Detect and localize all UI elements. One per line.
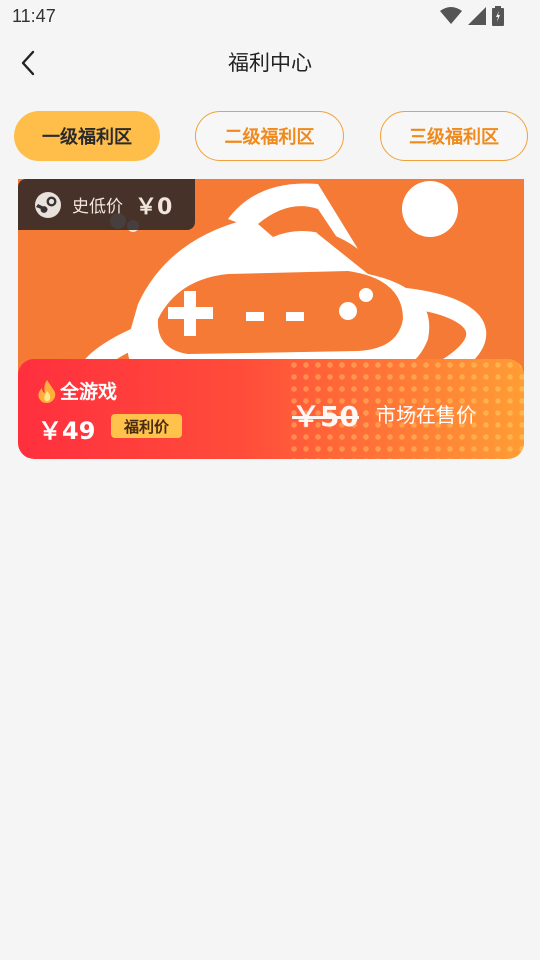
historical-low-price: ￥0 bbox=[135, 194, 173, 220]
header: 福利中心 bbox=[0, 34, 540, 92]
price-panel: 全游戏 ￥49 福利价 ￥50 市场在售价 bbox=[18, 359, 524, 459]
status-bar: 11:47 bbox=[0, 0, 540, 34]
status-icons bbox=[440, 6, 504, 26]
game-label: 全游戏 bbox=[36, 377, 117, 404]
wifi-icon bbox=[440, 7, 462, 24]
battery-icon bbox=[492, 6, 504, 26]
fire-icon bbox=[38, 379, 56, 403]
welfare-tabs: 一级福利区 二级福利区 三级福利区 bbox=[0, 92, 540, 178]
game-label-text: 全游戏 bbox=[60, 381, 118, 403]
historical-low-badge: 史低价 ￥0 bbox=[18, 179, 195, 230]
status-time: 11:47 bbox=[12, 6, 56, 26]
welfare-price-tag: 福利价 bbox=[111, 414, 182, 438]
page-title: 福利中心 bbox=[228, 51, 312, 75]
market-price: ￥50 bbox=[292, 400, 359, 433]
welfare-card[interactable]: 史低价 ￥0 全游戏 ￥49 福利价 ￥50 市场在售价 bbox=[18, 179, 524, 459]
welfare-price: ￥49 bbox=[38, 417, 96, 445]
tab-level-2[interactable]: 二级福利区 bbox=[195, 111, 344, 161]
historical-low-label: 史低价 bbox=[72, 197, 123, 217]
tab-level-3[interactable]: 三级福利区 bbox=[380, 111, 528, 161]
market-price-label: 市场在售价 bbox=[376, 403, 476, 427]
signal-icon bbox=[468, 7, 486, 25]
steam-icon bbox=[35, 191, 61, 218]
tab-level-1[interactable]: 一级福利区 bbox=[14, 111, 160, 161]
